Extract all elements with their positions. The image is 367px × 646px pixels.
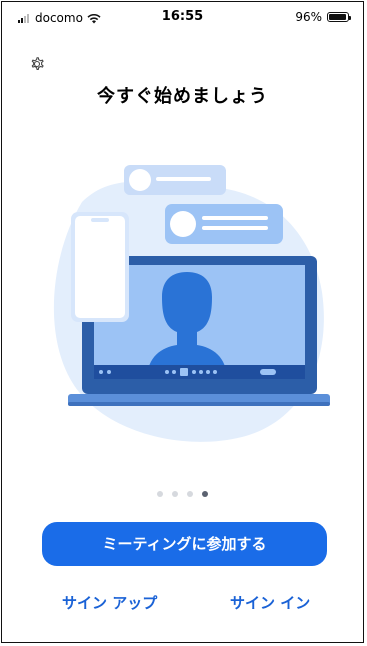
sign-in-link[interactable]: サイン イン	[230, 592, 310, 613]
battery-icon	[327, 12, 351, 22]
battery-percent: 96%	[295, 10, 322, 24]
carousel-indicator	[2, 491, 363, 497]
meeting-illustration	[53, 165, 330, 442]
carousel-dot[interactable]	[157, 491, 163, 497]
status-bar: docomo 16:55 96%	[2, 2, 363, 32]
gear-icon[interactable]	[27, 54, 47, 74]
carousel-dot[interactable]	[187, 491, 193, 497]
app-screen: docomo 16:55 96% 今すぐ始めましょう ミーティングに参加する サ…	[1, 1, 364, 643]
battery-status: 96%	[295, 10, 351, 24]
carousel-dot[interactable]	[202, 491, 208, 497]
carousel-dot[interactable]	[172, 491, 178, 497]
sign-up-link[interactable]: サイン アップ	[62, 592, 157, 613]
join-meeting-button[interactable]: ミーティングに参加する	[42, 522, 327, 566]
page-title: 今すぐ始めましょう	[97, 86, 268, 107]
